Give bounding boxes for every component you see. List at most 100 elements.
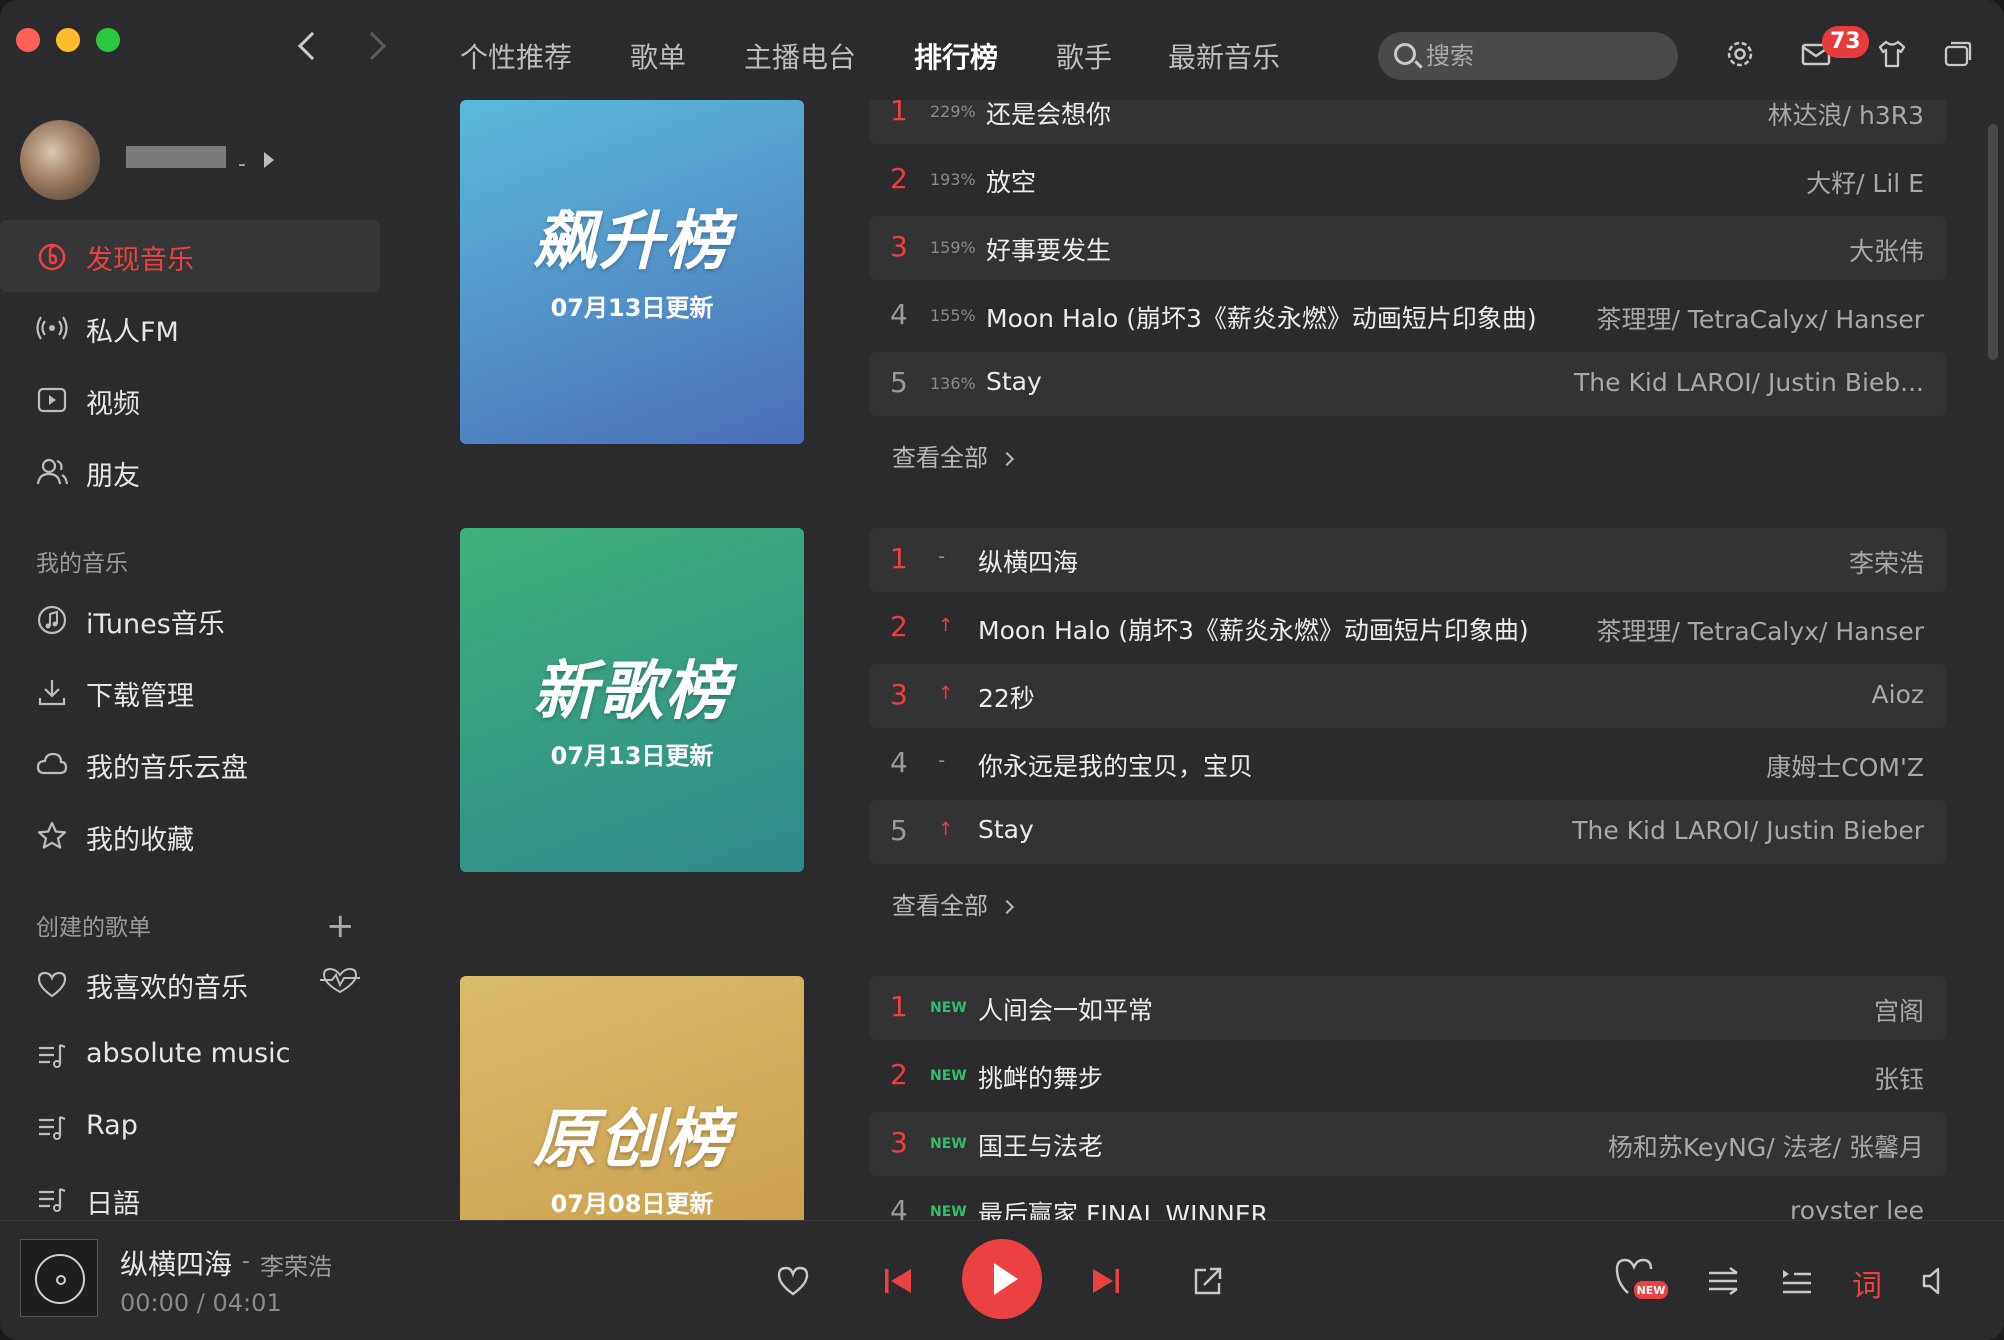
chart-row[interactable]: 1 229% 还是会想你 林达浪/ h3R3	[870, 100, 1946, 144]
search-box[interactable]	[1378, 32, 1678, 80]
user-menu-arrow-icon[interactable]	[264, 152, 274, 168]
track-artist[interactable]: 李荣浩	[1849, 544, 1924, 580]
skin-shirt-icon[interactable]	[1876, 38, 1908, 70]
sidebar-item-downloads[interactable]: 下载管理	[0, 656, 380, 728]
track-artist[interactable]: 张钰	[1874, 1060, 1924, 1096]
track-artist[interactable]: 大张伟	[1849, 232, 1924, 268]
music-app-window: 个性推荐 歌单 主播电台 排行榜 歌手 最新音乐 73 -	[0, 0, 2004, 1340]
play-button[interactable]	[962, 1239, 1042, 1319]
created-playlists-header: 创建的歌单	[36, 915, 151, 941]
share-icon[interactable]	[1192, 1265, 1224, 1297]
playlist-queue-icon[interactable]	[1780, 1265, 1814, 1297]
volume-icon[interactable]	[1920, 1265, 1952, 1297]
sidebar-item-label: iTunes音乐	[86, 609, 225, 640]
tab-playlists[interactable]: 歌单	[630, 36, 686, 76]
track-trend-new: NEW	[930, 1204, 967, 1220]
like-heart-icon[interactable]	[776, 1265, 810, 1297]
see-all-link[interactable]: 查看全部	[892, 886, 1015, 921]
chart-row[interactable]: 5 ↑ Stay The Kid LAROI/ Justin Bieber	[870, 800, 1946, 864]
track-artist[interactable]: The Kid LAROI/ Justin Bieber	[1572, 816, 1924, 845]
close-window-button[interactable]	[16, 28, 40, 52]
user-avatar[interactable]	[20, 120, 100, 200]
chart-row[interactable]: 2 NEW 挑衅的舞步 张钰	[870, 1044, 1946, 1108]
search-input[interactable]	[1426, 40, 1656, 72]
sidebar-item-playlist-absolute[interactable]: absolute music	[0, 1020, 380, 1092]
see-all-link[interactable]: 查看全部	[892, 438, 1015, 473]
previous-track-icon[interactable]	[882, 1265, 914, 1297]
now-playing-artist[interactable]: 李荣浩	[260, 1247, 332, 1282]
track-artist[interactable]: The Kid LAROI/ Justin Bieb...	[1574, 368, 1924, 397]
sidebar-item-label: 朋友	[86, 461, 140, 492]
tab-artists[interactable]: 歌手	[1056, 36, 1112, 76]
track-artist[interactable]: 大籽/ Lil E	[1806, 164, 1924, 200]
track-trend: 136%	[930, 374, 976, 393]
chart-row[interactable]: 4 - 你永远是我的宝贝，宝贝 康姆士COM'Z	[870, 732, 1946, 796]
tab-charts[interactable]: 排行榜	[914, 36, 998, 76]
track-artist[interactable]: 杨和苏KeyNG/ 法老/ 张馨月	[1608, 1128, 1924, 1164]
see-all-label: 查看全部	[892, 444, 988, 472]
track-artist[interactable]: 宫阁	[1874, 992, 1924, 1028]
chart-cover-new-songs[interactable]: 新歌榜 07月13日更新	[460, 528, 804, 872]
track-title: Stay	[986, 367, 1042, 396]
track-trend: 155%	[930, 306, 976, 325]
sidebar-item-label: 我的音乐云盘	[86, 753, 248, 784]
track-artist[interactable]: Aioz	[1872, 680, 1924, 709]
listen-together-icon[interactable]: NEW	[1614, 1255, 1670, 1301]
sidebar-item-playlist-japanese[interactable]: 日語	[0, 1164, 380, 1220]
chart-row[interactable]: 2 ↑ Moon Halo (崩坏3《薪炎永燃》动画短片印象曲) 茶理理/ Te…	[870, 596, 1946, 660]
sidebar-item-itunes[interactable]: iTunes音乐	[0, 584, 380, 656]
chart-cover-soaring[interactable]: 飙升榜 07月13日更新	[460, 100, 804, 444]
track-artist[interactable]: 林达浪/ h3R3	[1768, 100, 1924, 132]
lyrics-button[interactable]: 词	[1852, 1261, 1882, 1305]
next-track-icon[interactable]	[1090, 1265, 1122, 1297]
settings-gear-icon[interactable]	[1724, 38, 1756, 70]
tab-recommend[interactable]: 个性推荐	[460, 36, 572, 76]
sidebar-item-playlist-rap[interactable]: Rap	[0, 1092, 380, 1164]
sidebar-item-friends[interactable]: 朋友	[0, 436, 380, 508]
track-artist[interactable]: 康姆士COM'Z	[1766, 748, 1924, 784]
zoom-window-button[interactable]	[96, 28, 120, 52]
minimize-window-button[interactable]	[56, 28, 80, 52]
forward-arrow-icon[interactable]	[357, 31, 387, 61]
username-redacted[interactable]	[126, 146, 226, 168]
album-art-thumbnail[interactable]	[20, 1239, 98, 1317]
chart-row[interactable]: 3 159% 好事要发生 大张伟	[870, 216, 1946, 280]
track-artist[interactable]: royster lee	[1790, 1196, 1924, 1220]
track-rank: 2	[890, 610, 908, 643]
sidebar-item-label: 我喜欢的音乐	[86, 973, 248, 1004]
chart-row[interactable]: 1 - 纵横四海 李荣浩	[870, 528, 1946, 592]
see-all-label: 查看全部	[892, 892, 988, 920]
chart-row[interactable]: 5 136% Stay The Kid LAROI/ Justin Bieb..…	[870, 352, 1946, 416]
sidebar-item-favorites[interactable]: 我的收藏	[0, 800, 380, 872]
chart-cover-original[interactable]: 原创榜 07月08日更新	[460, 976, 804, 1220]
charts-content: 飙升榜 07月13日更新 1 229% 还是会想你 林达浪/ h3R3 2 19…	[400, 100, 2004, 1220]
tab-new-music[interactable]: 最新音乐	[1168, 36, 1280, 76]
chart-row[interactable]: 2 193% 放空 大籽/ Lil E	[870, 148, 1946, 212]
track-title: 最后赢家 FINAL WINNER	[978, 1200, 1269, 1220]
heartbeat-mode-icon[interactable]	[318, 966, 362, 994]
tab-radio[interactable]: 主播电台	[744, 36, 856, 76]
track-artist[interactable]: 茶理理/ TetraCalyx/ Hanser	[1596, 300, 1924, 336]
mini-mode-icon[interactable]	[1942, 38, 1974, 70]
chart-row[interactable]: 1 NEW 人间会一如平常 宫阁	[870, 976, 1946, 1040]
track-rank: 3	[890, 230, 908, 263]
now-playing-title[interactable]: 纵横四海	[120, 1243, 232, 1283]
track-rank: 4	[890, 1194, 908, 1220]
chart-row[interactable]: 3 NEW 国王与法老 杨和苏KeyNG/ 法老/ 张馨月	[870, 1112, 1946, 1176]
track-artist[interactable]: 茶理理/ TetraCalyx/ Hanser	[1596, 612, 1924, 648]
sidebar-item-private-fm[interactable]: 私人FM	[0, 292, 380, 364]
chart-cover-date: 07月13日更新	[550, 294, 714, 322]
vinyl-disc-icon	[35, 1254, 85, 1304]
play-mode-icon[interactable]	[1706, 1265, 1740, 1297]
sidebar-item-discover[interactable]: 发现音乐	[0, 220, 380, 292]
add-playlist-button[interactable]: +	[326, 906, 355, 946]
content-scrollbar[interactable]	[1988, 124, 1998, 360]
sidebar-item-video[interactable]: 视频	[0, 364, 380, 436]
track-rank: 2	[890, 1058, 908, 1091]
back-arrow-icon[interactable]	[297, 31, 327, 61]
chart-cover-title: 原创榜	[533, 1103, 731, 1177]
sidebar-item-cloud-disk[interactable]: 我的音乐云盘	[0, 728, 380, 800]
chart-row[interactable]: 3 ↑ 22秒 Aioz	[870, 664, 1946, 728]
chart-row[interactable]: 4 NEW 最后赢家 FINAL WINNER royster lee	[870, 1180, 1946, 1220]
chart-row[interactable]: 4 155% Moon Halo (崩坏3《薪炎永燃》动画短片印象曲) 茶理理/…	[870, 284, 1946, 348]
